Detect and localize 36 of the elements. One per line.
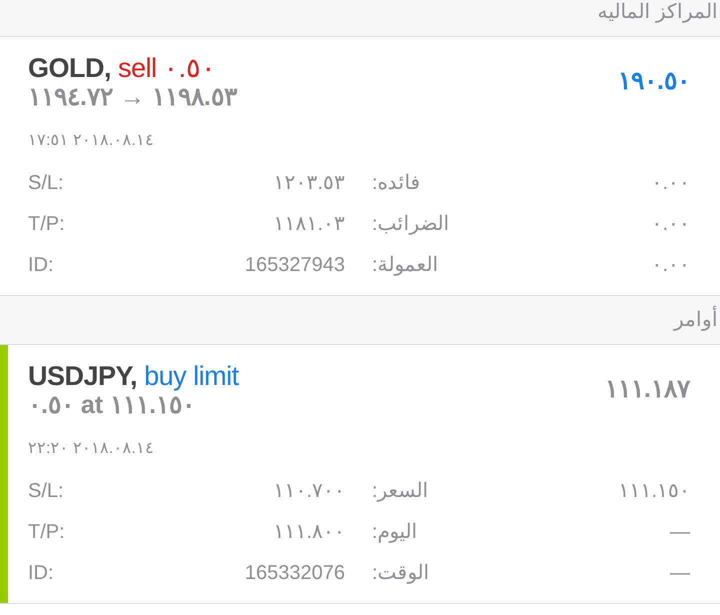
order-type: buy limit [144,361,239,391]
field-value: ١١١.٨٠٠ [272,520,345,545]
field-label: الوقت: [371,561,431,586]
field-value: 165327943 [244,253,345,278]
price-range: ٠.٥٠ at ١١١.١٥٠ [28,391,196,419]
field-label: ID: [28,561,55,586]
field-label: T/P: [28,520,66,545]
profit-value: ١١١.١٨٧ [605,374,690,406]
field-label: السعر: [371,479,430,504]
field-value: ١٢٠٣.٥٣ [272,171,345,196]
symbol-name: USDJPY, [28,361,138,391]
field-label: العمولة: [371,253,440,278]
timestamp: ٢٢:٢٠ ٢٠١٨.٠٨.١٤ [28,439,154,459]
price-range: ١١٩٤.٧٢ → ١١٩٨.٥٣ [28,83,237,111]
field-value: ١١٠.٧٠٠ [272,479,345,504]
section-title: أوامر [674,308,718,332]
field-value: — [669,561,690,586]
field-value: ١١١.١٥٠ [617,479,690,504]
timestamp: ١٧:٥١ ٢٠١٨.٠٨.١٤ [28,131,154,151]
field-value: ١١٨١.٠٣ [272,212,345,237]
field-value: ٠.٠٠ [650,212,690,237]
field-value: — [669,520,690,545]
order-type: sell ٠.٥٠ [118,53,216,83]
field-label: T/P: [28,212,66,237]
field-label: فائده: [371,171,422,196]
field-value: ٠.٠٠ [650,171,690,196]
section-title: المراكز الماليه [597,0,718,24]
field-value: 165332076 [244,561,345,586]
field-label: اليوم: [371,520,419,545]
symbol-name: GOLD, [28,53,111,83]
field-label: S/L: [28,171,65,196]
field-label: S/L: [28,479,65,504]
field-label: ID: [28,253,55,278]
profit-value: ١٩٠.٥٠ [618,66,690,98]
field-value: ٠.٠٠ [650,253,690,278]
field-label: الضرائب: [371,212,451,237]
